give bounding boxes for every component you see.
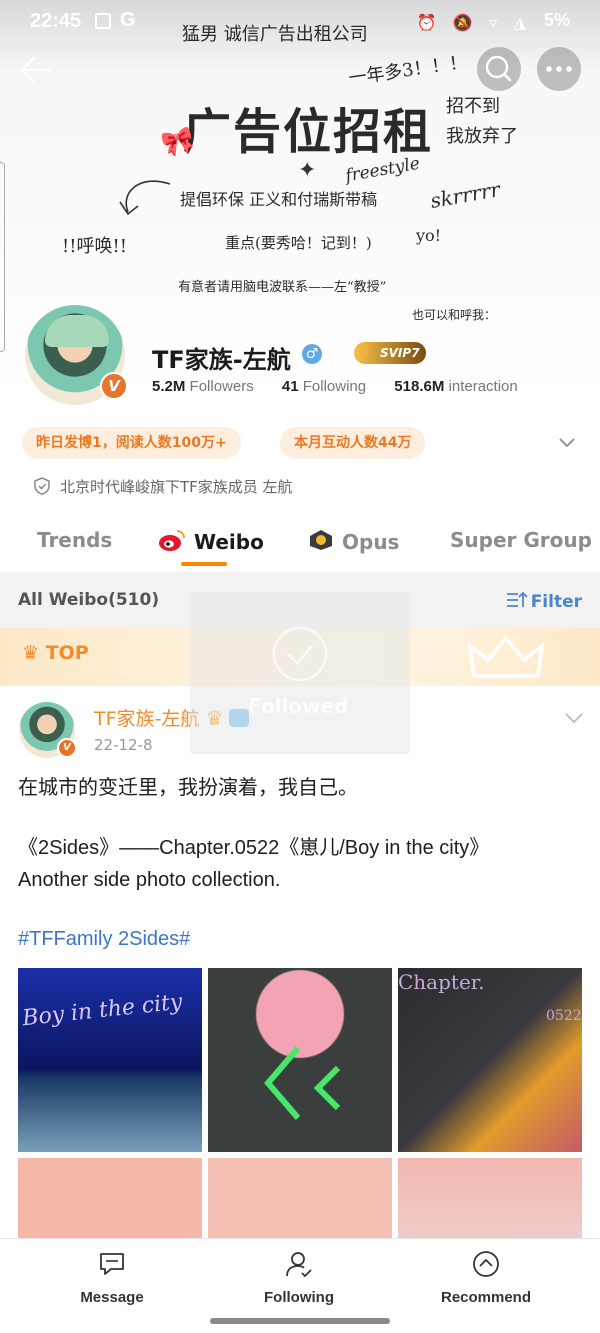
weibo-logo-icon [158, 528, 186, 552]
interaction-count: 518.6M [394, 378, 445, 395]
followers-count: 5.2M [152, 378, 186, 395]
post-date: 22-12-8 [94, 736, 153, 754]
opus-icon [308, 528, 334, 552]
tab-super-group[interactable]: Super Group [450, 528, 592, 552]
followers-label: Followers [189, 378, 254, 395]
following-label: Following [302, 378, 367, 395]
doodle-arrow-icon [119, 180, 171, 216]
male-gender-icon: ♂ [302, 344, 322, 364]
home-indicator[interactable] [210, 1318, 390, 1324]
banner-call: !!呼唤!! [62, 236, 127, 257]
crown-watermark-icon [467, 634, 545, 678]
search-button[interactable] [477, 47, 521, 91]
crown-icon: ♛ [356, 340, 373, 361]
nav-following[interactable]: Following [229, 1249, 369, 1306]
banner-key: 重点(要秀哈！记到！) [225, 234, 372, 252]
banner-mid-text: 提倡环保 正义和付瑞斯带稿 [180, 190, 378, 209]
banner-skr: skrrrrr [428, 177, 502, 213]
post-menu-chevron-icon[interactable] [563, 706, 585, 728]
post-image-2[interactable] [208, 968, 392, 1152]
profile-stats: 5.2M Followers 41 Following 518.6M inter… [152, 378, 542, 395]
google-icon: G [120, 9, 136, 31]
top-text: TOP [45, 642, 89, 664]
post-image-1[interactable]: Boy in the city [18, 968, 202, 1152]
svip-label: SVIP7 [380, 346, 420, 360]
verified-v-badge: V [100, 372, 128, 400]
banner-right-text-1: 招不到 [446, 96, 500, 117]
post-line-3: Another side photo collection. [18, 869, 281, 891]
profile-name: TF家族-左航 [152, 346, 291, 374]
chevron-down-icon[interactable] [558, 433, 576, 451]
svip-badge[interactable]: ♛ SVIP7 [354, 340, 426, 364]
post-hashtag[interactable]: #TFFamily 2Sides# [18, 928, 190, 951]
verification-text: 北京时代峰峻旗下TF家族成员 左航 [60, 478, 293, 496]
tab-opus[interactable]: Opus [308, 528, 399, 554]
nav-following-label: Following [264, 1289, 334, 1306]
tab-weibo[interactable]: Weibo [158, 528, 264, 554]
profile-tabs: Trends Weibo Opus Super Group [0, 518, 600, 572]
monthly-interaction-chip[interactable]: 本月互动人数44万 [280, 427, 426, 459]
post-image-3[interactable]: Chapter. 0522 [398, 968, 582, 1152]
back-arrow-icon[interactable] [18, 52, 54, 88]
sparkle-icon: ✦ [298, 158, 317, 183]
nav-message[interactable]: Message [42, 1249, 182, 1306]
neon-arrow-icon [264, 1046, 341, 1120]
search-icon [485, 55, 512, 82]
more-button[interactable] [537, 47, 581, 91]
status-icons: ⏰ 🔕 ▿ ◮ [416, 15, 532, 32]
interaction-label: interaction [448, 378, 518, 395]
nav-recommend[interactable]: Recommend [416, 1249, 556, 1306]
filter-label: Filter [530, 592, 582, 612]
status-bar: 22:45 G ⏰ 🔕 ▿ ◮ 5% [0, 0, 600, 44]
following-stat[interactable]: 41 Following [282, 378, 366, 395]
pinned-top-label: ♛ TOP [22, 642, 89, 664]
pic1-caption: Boy in the city [21, 989, 184, 1032]
active-tab-indicator [181, 562, 227, 566]
nav-recommend-label: Recommend [440, 1289, 532, 1306]
daily-post-chip[interactable]: 昨日发博1，阅读人数100万+ [22, 427, 241, 459]
check-circle-icon [272, 626, 328, 682]
following-icon [286, 1252, 312, 1278]
side-drawer-handle[interactable] [0, 162, 5, 352]
filter-button[interactable]: Filter [506, 590, 582, 612]
post-author-text: TF家族-左航 [94, 708, 200, 730]
post-line-1: 在城市的变迁里，我扮演着，我自己。 [18, 777, 358, 799]
verification-info: 北京时代峰峻旗下TF家族成员 左航 [32, 476, 293, 497]
following-count: 41 [281, 378, 299, 395]
more-dots-icon [546, 66, 572, 72]
pic3-number: 0522 [546, 1008, 582, 1024]
filter-icon [506, 591, 528, 607]
followed-toast-label: Followed [248, 694, 349, 718]
gallery-icon [95, 13, 111, 29]
all-weibo-label: All Weibo(510) [18, 590, 160, 610]
banner-year-text: 一年多3！！！ [347, 51, 469, 90]
status-time: 22:45 [30, 10, 82, 32]
post-line-2: 《2Sides》——Chapter.0522《崽儿/Boy in the cit… [18, 837, 490, 859]
followed-toast: Followed [190, 592, 410, 754]
tab-weibo-label: Weibo [194, 530, 264, 554]
nav-message-label: Message [80, 1289, 144, 1306]
post-blank [18, 804, 584, 832]
recommend-icon [473, 1251, 499, 1277]
pic3-caption: Chapter. [398, 970, 485, 994]
post-body: 在城市的变迁里，我扮演着，我自己。 《2Sides》——Chapter.0522… [18, 772, 584, 896]
post-verified-badge: V [57, 738, 77, 758]
banner-right-text-2: 我放弃了 [446, 126, 518, 147]
interaction-stat: 518.6M interaction [394, 378, 517, 395]
shield-icon [34, 477, 50, 495]
banner-yo: yo! [416, 226, 442, 245]
crown-small-icon: ♛ [22, 642, 40, 664]
banner-contact: 有意者请用脑电波联系——左“教授” [178, 280, 387, 295]
battery-level: 5% [543, 10, 570, 30]
followers-stat[interactable]: 5.2M Followers [152, 378, 254, 395]
tab-opus-label: Opus [342, 530, 400, 554]
banner-also: 也可以和呼我： [412, 308, 497, 322]
banner-title: 广告位招租 [183, 104, 434, 160]
tab-trends[interactable]: Trends [37, 528, 112, 552]
message-icon [100, 1253, 124, 1275]
